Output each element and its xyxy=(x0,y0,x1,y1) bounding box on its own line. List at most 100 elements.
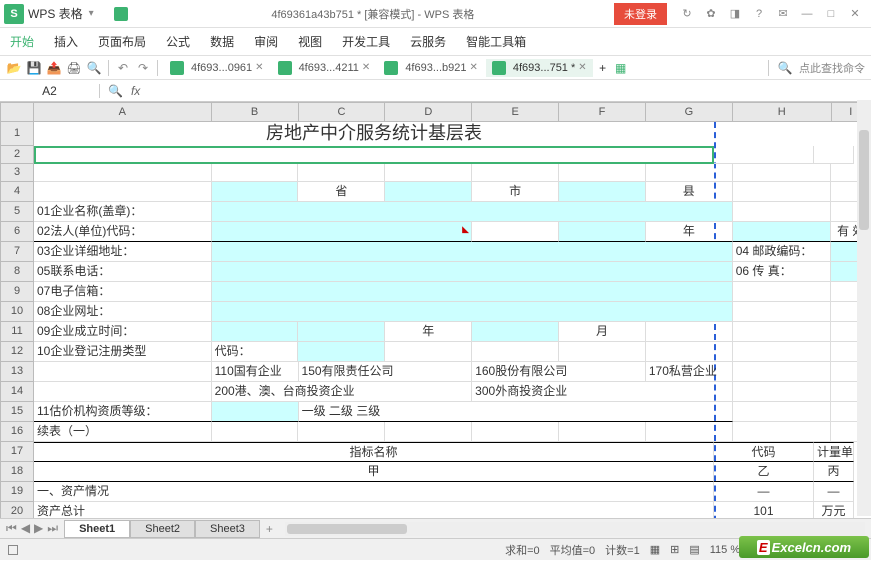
col-header[interactable]: H xyxy=(733,102,832,122)
name-box[interactable]: A2 xyxy=(0,84,100,98)
cell[interactable]: 代码： xyxy=(212,342,299,362)
row-header[interactable]: 15 xyxy=(0,402,34,422)
row-header[interactable]: 20 xyxy=(0,502,34,518)
cell[interactable]: 年 xyxy=(385,322,472,342)
row-header[interactable]: 12 xyxy=(0,342,34,362)
tab-close-icon[interactable]: ✕ xyxy=(362,62,370,73)
cell[interactable]: 05联系电话： xyxy=(34,262,212,282)
row-header[interactable]: 7 xyxy=(0,242,34,262)
cell[interactable]: 07电子信箱： xyxy=(34,282,212,302)
redo-icon[interactable]: ↷ xyxy=(135,60,151,76)
grid[interactable]: A B C D E F G H I 房地产中介服务统计基层表 省市县 01企业名… xyxy=(34,102,871,518)
sheet-tab[interactable]: Sheet2 xyxy=(130,520,195,538)
cell[interactable]: 年 xyxy=(646,222,733,242)
row-header[interactable]: 4 xyxy=(0,182,34,202)
menu-data[interactable]: 数据 xyxy=(210,33,234,50)
menu-smart-toolbox[interactable]: 智能工具箱 xyxy=(466,33,526,50)
search-hint[interactable]: 点此查找命令 xyxy=(799,60,865,76)
zoom-value[interactable]: 115 % xyxy=(710,544,740,556)
cell[interactable]: 计量单 xyxy=(814,442,854,462)
row-header[interactable]: 13 xyxy=(0,362,34,382)
cell[interactable]: 101 xyxy=(714,502,814,518)
menu-page-layout[interactable]: 页面布局 xyxy=(98,33,146,50)
horizontal-scrollbar[interactable] xyxy=(285,522,865,536)
tab-close-icon[interactable]: ✕ xyxy=(578,62,586,73)
close-icon[interactable]: ✕ xyxy=(843,4,867,24)
view-page-icon[interactable]: ⊞ xyxy=(670,543,679,556)
row-header[interactable]: 3 xyxy=(0,164,34,182)
tab-list-icon[interactable]: ▦ xyxy=(613,60,629,76)
cell[interactable]: 市 xyxy=(472,182,559,202)
row-header[interactable]: 2 xyxy=(0,146,34,164)
row-header[interactable]: 11 xyxy=(0,322,34,342)
doc-tab[interactable]: 4f693...4211✕ xyxy=(272,59,377,77)
doc-tab[interactable]: 4f693...0961✕ xyxy=(164,59,270,77)
sheet-nav[interactable]: ⏮◀▶⏭ xyxy=(0,521,64,536)
preview-icon[interactable]: 🔍 xyxy=(86,60,102,76)
cell[interactable]: 指标名称 xyxy=(34,442,714,462)
row-header[interactable]: 8 xyxy=(0,262,34,282)
cell[interactable]: 省 xyxy=(298,182,385,202)
help-icon[interactable]: ? xyxy=(747,4,771,24)
cell[interactable]: 10企业登记注册类型 xyxy=(34,342,212,362)
search-icon[interactable]: 🔍 xyxy=(777,60,793,76)
open-icon[interactable]: 📂 xyxy=(6,60,22,76)
cell[interactable]: 160股份有限公司 xyxy=(472,362,646,382)
cell[interactable]: 11估价机构资质等级： xyxy=(34,402,212,422)
select-all-corner[interactable] xyxy=(0,102,34,122)
cell[interactable]: 110国有企业 xyxy=(212,362,299,382)
sheet-tab[interactable]: Sheet1 xyxy=(64,520,130,538)
cell[interactable]: 09企业成立时间： xyxy=(34,322,212,342)
save-icon[interactable]: 💾 xyxy=(26,60,42,76)
print-icon[interactable]: 🖨 xyxy=(66,60,82,76)
tab-close-icon[interactable]: ✕ xyxy=(469,62,477,73)
row-header[interactable]: 19 xyxy=(0,482,34,502)
col-header[interactable]: D xyxy=(385,102,472,122)
row-header[interactable]: 6 xyxy=(0,222,34,242)
cell[interactable]: 一、资产情况 xyxy=(34,482,714,502)
menu-dev-tools[interactable]: 开发工具 xyxy=(342,33,390,50)
row-header[interactable]: 18 xyxy=(0,462,34,482)
menu-view[interactable]: 视图 xyxy=(298,33,322,50)
minimize-icon[interactable]: — xyxy=(795,4,819,24)
cell[interactable]: 170私营企业 xyxy=(646,362,733,382)
cell[interactable]: 万元 xyxy=(814,502,854,518)
selected-cell-a2[interactable] xyxy=(34,146,714,164)
cell[interactable]: 县 xyxy=(646,182,733,202)
fx-search-icon[interactable]: 🔍 xyxy=(108,84,123,98)
new-tab-icon[interactable]: + xyxy=(595,60,611,76)
cell[interactable]: 一级 二级 三级 xyxy=(299,402,733,422)
col-header[interactable]: E xyxy=(472,102,559,122)
cell[interactable]: 代码 xyxy=(714,442,814,462)
feedback-icon[interactable]: ✉ xyxy=(771,4,795,24)
view-normal-icon[interactable]: ▦ xyxy=(650,543,660,556)
menu-formula[interactable]: 公式 xyxy=(166,33,190,50)
cell[interactable]: 资产总计 xyxy=(34,502,714,518)
cell[interactable]: 02法人(单位)代码： xyxy=(34,222,212,242)
cell[interactable]: — xyxy=(714,482,814,502)
add-sheet-icon[interactable]: + xyxy=(260,522,279,536)
row-header[interactable]: 14 xyxy=(0,382,34,402)
col-header[interactable]: F xyxy=(559,102,646,122)
cell[interactable]: 月 xyxy=(559,322,646,342)
menu-review[interactable]: 审阅 xyxy=(254,33,278,50)
row-header[interactable]: 9 xyxy=(0,282,34,302)
menu-insert[interactable]: 插入 xyxy=(54,33,78,50)
cell[interactable]: 08企业网址： xyxy=(34,302,212,322)
spreadsheet[interactable]: 1 2 3 4 5 6 7 8 9 10 11 12 13 14 15 16 1… xyxy=(0,102,871,518)
settings-icon[interactable]: ✿ xyxy=(699,4,723,24)
col-header[interactable]: G xyxy=(646,102,733,122)
export-icon[interactable]: 📤 xyxy=(46,60,62,76)
login-button[interactable]: 未登录 xyxy=(614,3,667,25)
cell[interactable]: 01企业名称(盖章)： xyxy=(34,202,212,222)
cell[interactable]: 乙 xyxy=(714,462,814,482)
row-header[interactable]: 17 xyxy=(0,442,34,462)
cell[interactable]: 06 传 真： xyxy=(733,262,832,282)
sync-icon[interactable]: ↻ xyxy=(675,4,699,24)
skin-icon[interactable]: ◨ xyxy=(723,4,747,24)
cell[interactable]: 150有限责任公司 xyxy=(299,362,473,382)
cell[interactable]: — xyxy=(814,482,854,502)
col-header[interactable]: B xyxy=(212,102,299,122)
record-macro-icon[interactable] xyxy=(8,545,18,555)
sheet-tab[interactable]: Sheet3 xyxy=(195,520,260,538)
